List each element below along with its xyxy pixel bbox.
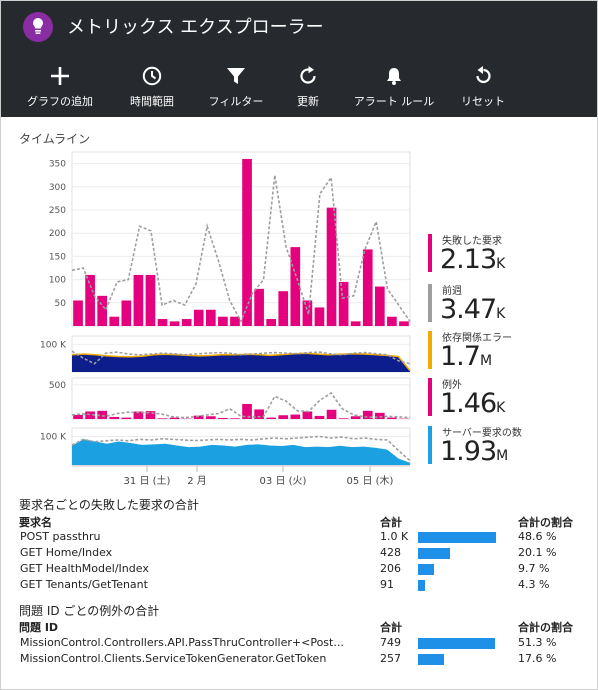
header: メトリックス エクスプローラー グラフの追加 時間範囲 フィルター 更新 アラー…	[1, 1, 597, 117]
row-count: 1.0 K	[380, 530, 409, 543]
row-count: 749	[380, 636, 401, 649]
row-percent: 20.1 %	[518, 546, 557, 559]
add-chart-button[interactable]: グラフの追加	[20, 65, 100, 109]
page-title: メトリックス エクスプローラー	[67, 17, 324, 38]
share-bar	[418, 564, 434, 575]
row-percent: 9.7 %	[518, 562, 550, 575]
clock-icon	[112, 65, 192, 91]
filter-icon	[196, 65, 276, 91]
column-header-problem-id[interactable]: 問題 ID	[19, 619, 58, 635]
row-count: 257	[380, 652, 401, 665]
legend-color-swatch	[428, 234, 432, 272]
row-percent: 48.6 %	[518, 530, 557, 543]
failed-request-row[interactable]: GET Home/Index 428 20.1 %	[14, 546, 588, 562]
legend-dependency-errors[interactable]: 依存関係エラー 1.7M	[428, 329, 588, 375]
legend-color-swatch	[428, 331, 432, 369]
lightbulb-icon	[23, 12, 53, 42]
refresh-icon	[268, 65, 348, 91]
alert-rules-button[interactable]: アラート ルール	[347, 65, 441, 109]
share-bar	[418, 532, 496, 543]
legend-exceptions[interactable]: 例外 1.46K	[428, 376, 588, 422]
refresh-button[interactable]: 更新	[268, 65, 348, 109]
add-icon	[20, 65, 100, 91]
exceptions-table-title: 問題 ID ごとの例外の合計	[19, 604, 160, 618]
share-bar	[418, 638, 495, 649]
row-percent: 4.3 %	[518, 578, 550, 591]
exception-row[interactable]: MissionControl.Clients.ServiceTokenGener…	[14, 652, 588, 668]
legend-server-requests[interactable]: サーバー要求の数 1.93M	[428, 424, 588, 470]
row-name: MissionControl.Clients.ServiceTokenGener…	[20, 652, 327, 665]
time-range-button[interactable]: 時間範囲	[112, 65, 192, 109]
row-percent: 51.3 %	[518, 636, 557, 649]
time-range-label: 時間範囲	[130, 95, 174, 108]
share-bar	[418, 548, 450, 559]
column-header-percent[interactable]: 合計の割合	[518, 514, 573, 530]
alert-rules-label: アラート ルール	[353, 95, 435, 108]
legend-value: 1.46K	[440, 388, 506, 419]
column-header-count[interactable]: 合計	[380, 619, 402, 635]
row-count: 206	[380, 562, 401, 575]
reset-button[interactable]: リセット	[443, 65, 523, 109]
refresh-label: 更新	[297, 95, 319, 108]
column-header-percent[interactable]: 合計の割合	[518, 619, 573, 635]
row-name: GET Home/Index	[20, 546, 113, 559]
row-percent: 17.6 %	[518, 652, 557, 665]
row-name: POST passthru	[20, 530, 101, 543]
share-bar	[418, 580, 425, 591]
failed-requests-table-title: 要求名ごとの失敗した要求の合計	[19, 498, 199, 512]
reset-icon	[443, 65, 523, 91]
failed-request-row[interactable]: POST passthru 1.0 K 48.6 %	[14, 530, 588, 546]
legend-color-swatch	[428, 426, 432, 464]
filter-label: フィルター	[208, 95, 264, 108]
exception-row[interactable]: MissionControl.Controllers.API.PassThruC…	[14, 636, 588, 652]
failed-request-row[interactable]: GET HealthModel/Index 206 9.7 %	[14, 562, 588, 578]
share-bar	[418, 654, 444, 665]
legend-value: 3.47K	[440, 294, 506, 325]
row-name: MissionControl.Controllers.API.PassThruC…	[20, 636, 344, 649]
reset-label: リセット	[461, 95, 505, 108]
filter-button[interactable]: フィルター	[196, 65, 276, 109]
row-name: GET Tenants/GetTenant	[20, 578, 148, 591]
row-count: 428	[380, 546, 401, 559]
column-header-count[interactable]: 合計	[380, 514, 402, 530]
legend-failed-requests[interactable]: 失敗した要求 2.13K	[428, 232, 588, 278]
row-count: 91	[380, 578, 394, 591]
add-chart-label: グラフの追加	[27, 95, 93, 108]
legend-previous-week[interactable]: 前週 3.47K	[428, 282, 588, 328]
legend-color-swatch	[428, 284, 432, 322]
bell-icon	[347, 65, 441, 91]
legend-value: 1.93M	[440, 436, 509, 467]
failed-request-row[interactable]: GET Tenants/GetTenant 91 4.3 %	[14, 578, 588, 594]
timeline-title: タイムライン	[19, 132, 91, 146]
column-header-request-name[interactable]: 要求名	[19, 514, 52, 530]
row-name: GET HealthModel/Index	[20, 562, 149, 575]
legend-value: 2.13K	[440, 244, 506, 275]
legend-value: 1.7M	[440, 341, 493, 372]
legend-color-swatch	[428, 378, 432, 416]
